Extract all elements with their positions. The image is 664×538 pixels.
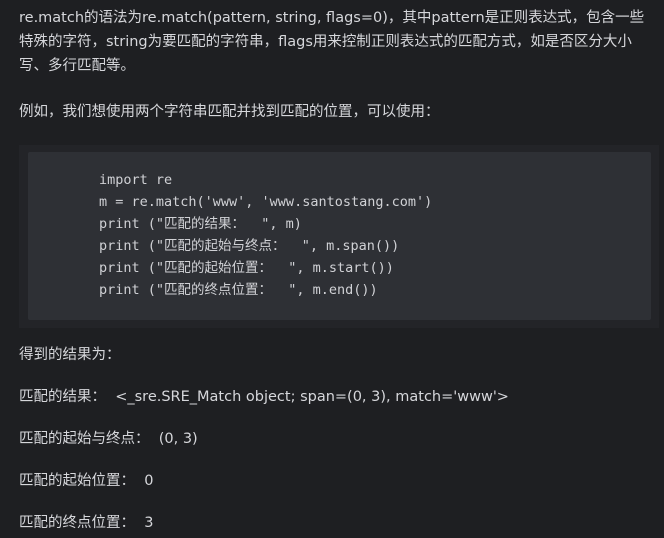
code-line: m = re.match('www', 'www.santostang.com'… [99, 194, 433, 210]
code-block: import re m = re.match('www', 'www.santo… [19, 145, 659, 328]
result-line: 匹配的终点位置： 3 [19, 515, 154, 531]
code-line: import re [99, 172, 173, 188]
result-line: 匹配的起始与终点： (0, 3) [19, 431, 198, 447]
syntax-paragraph: re.match的语法为re.match(pattern, string, fl… [19, 10, 645, 74]
results-heading: 得到的结果为： [19, 347, 121, 363]
code-line: print ("匹配的终点位置： ", m.end()) [99, 282, 378, 298]
code-block-body[interactable]: import re m = re.match('www', 'www.santo… [28, 152, 651, 320]
example-intro-paragraph: 例如，我们想使用两个字符串匹配并找到匹配的位置，可以使用： [19, 104, 440, 120]
article-content: re.match的语法为re.match(pattern, string, fl… [0, 0, 664, 538]
code-line: print ("匹配的结果： ", m) [99, 216, 302, 232]
result-line: 匹配的起始位置： 0 [19, 473, 154, 489]
code-line: print ("匹配的起始位置： ", m.start()) [99, 260, 394, 276]
result-line: 匹配的结果： <_sre.SRE_Match object; span=(0, … [19, 389, 509, 405]
code-line: print ("匹配的起始与终点： ", m.span()) [99, 238, 400, 254]
